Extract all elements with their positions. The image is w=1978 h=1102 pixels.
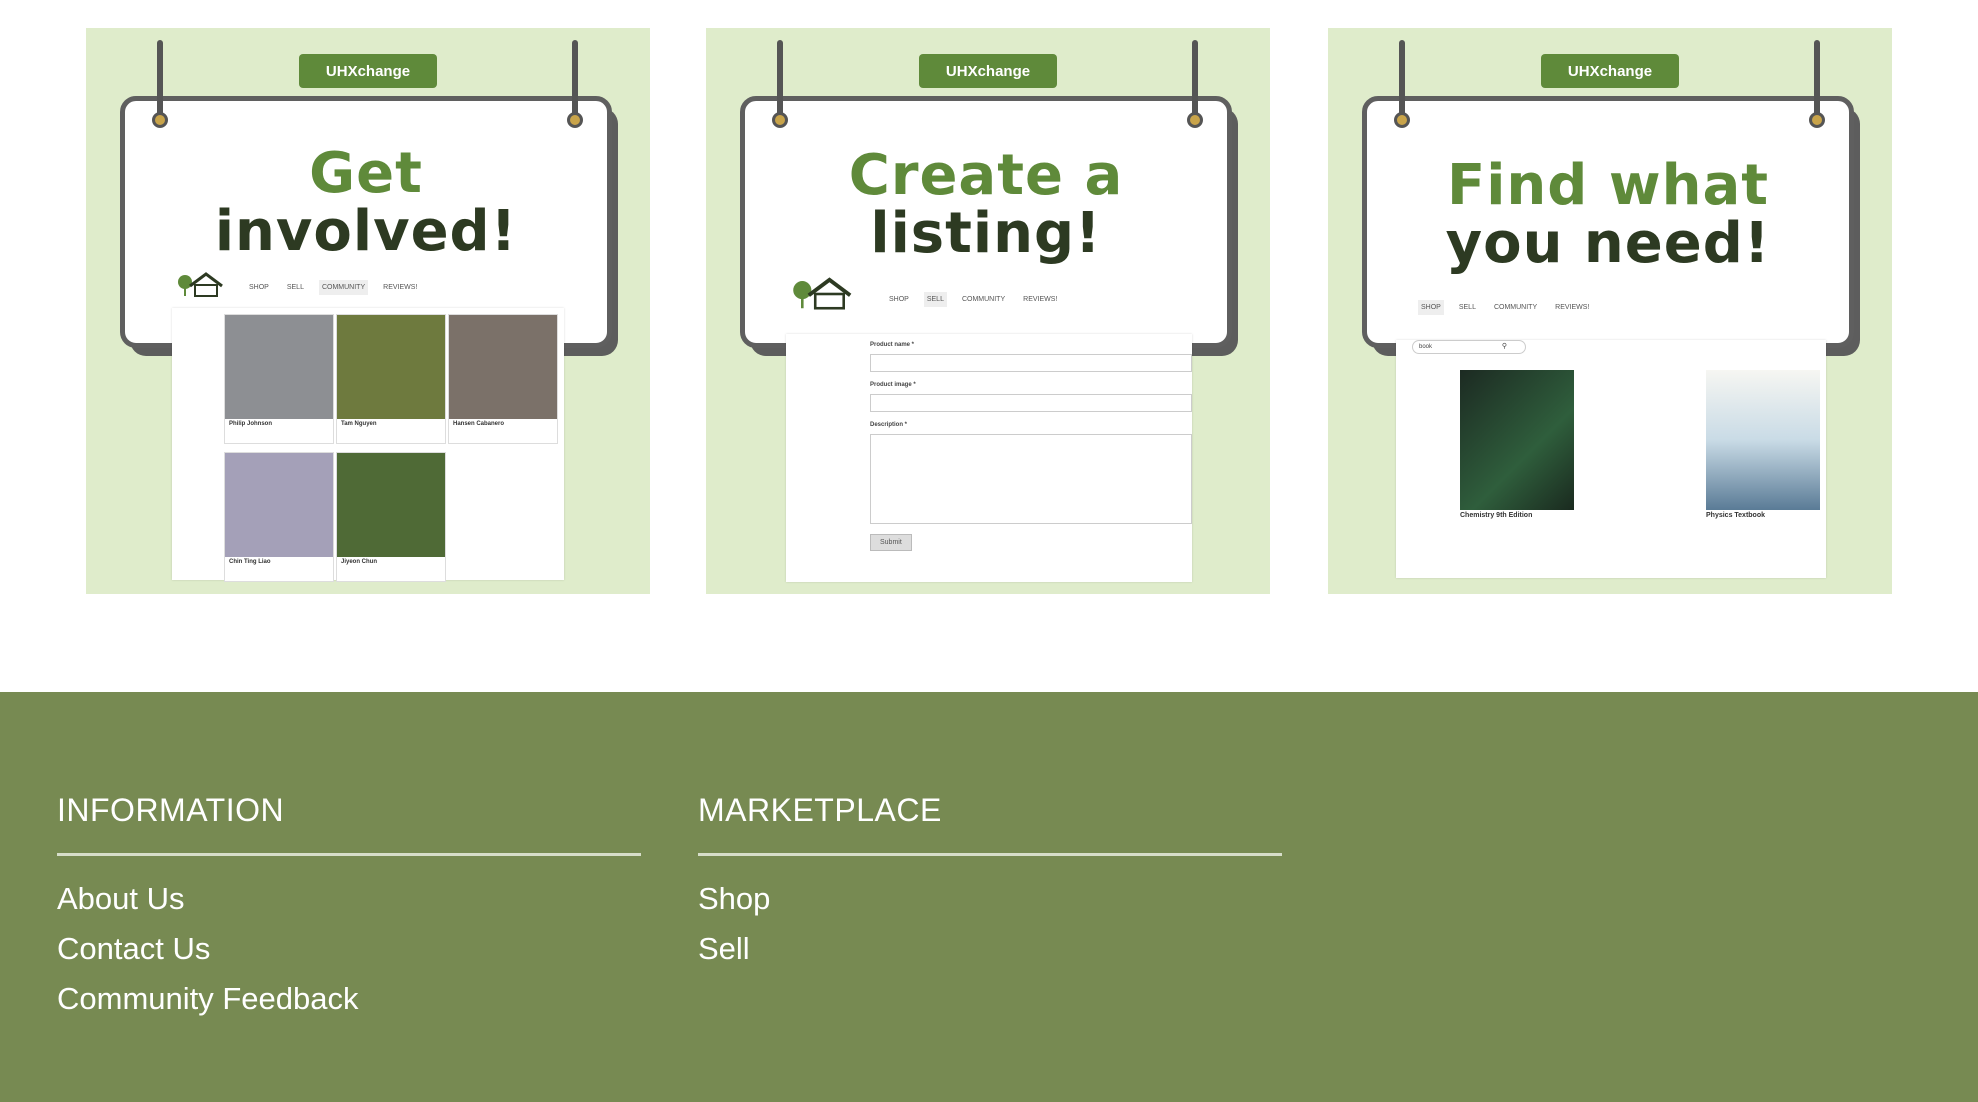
promo-cards: Get involved! UHXchange SHOP SELL COMMUN… bbox=[0, 0, 1978, 692]
brand-badge: UHXchange bbox=[299, 54, 437, 88]
avatar bbox=[337, 453, 445, 557]
footer-column-information: INFORMATION About Us Contact Us Communit… bbox=[57, 792, 641, 1024]
card-find-what-you-need: Find what you need! UHXchange SHOP SELL … bbox=[1328, 28, 1892, 594]
contact-us-link[interactable]: Contact Us bbox=[57, 931, 210, 966]
card-get-involved: Get involved! UHXchange SHOP SELL COMMUN… bbox=[86, 28, 650, 594]
card-headline: Create a listing! bbox=[848, 143, 1124, 266]
hook-icon bbox=[1394, 112, 1410, 128]
footer-heading-marketplace: MARKETPLACE bbox=[698, 792, 942, 828]
hook-icon bbox=[772, 112, 788, 128]
footer-divider bbox=[57, 853, 641, 856]
footer-links-information: About Us Contact Us Community Feedback bbox=[57, 874, 641, 1024]
footer-divider bbox=[698, 853, 1282, 856]
search-box: book ⚲ bbox=[1412, 340, 1526, 354]
footer-column-marketplace: MARKETPLACE Shop Sell bbox=[698, 792, 1282, 974]
footer-links-marketplace: Shop Sell bbox=[698, 874, 1282, 974]
mini-nav: SHOP SELL COMMUNITY REVIEWS! bbox=[1418, 300, 1592, 315]
description-field bbox=[870, 434, 1192, 524]
avatar bbox=[225, 453, 333, 557]
house-logo-icon bbox=[790, 272, 856, 321]
hook-icon bbox=[567, 112, 583, 128]
shop-screenshot: book ⚲ Chemistry 9th Edition Physics Tex… bbox=[1396, 340, 1826, 578]
hook-icon bbox=[1187, 112, 1203, 128]
member-card: Hansen Cabanero bbox=[448, 314, 558, 444]
hook-icon bbox=[1809, 112, 1825, 128]
book-title: Physics Textbook bbox=[1706, 512, 1766, 519]
hook-icon bbox=[152, 112, 168, 128]
shop-link[interactable]: Shop bbox=[698, 881, 770, 916]
avatar bbox=[449, 315, 557, 419]
listing-form-screenshot: Product name * Product image * Descripti… bbox=[786, 334, 1192, 582]
product-image-field bbox=[870, 394, 1192, 412]
mini-nav: SHOP SELL COMMUNITY REVIEWS! bbox=[246, 280, 420, 295]
avatar bbox=[337, 315, 445, 419]
community-screenshot: Philip Johnson Tam Nguyen Hansen Cabaner… bbox=[172, 308, 564, 582]
card-headline: Get involved! bbox=[214, 141, 518, 264]
card-headline: Find what you need! bbox=[1445, 153, 1771, 276]
product-name-field bbox=[870, 354, 1192, 372]
book-title: Chemistry 9th Edition bbox=[1460, 512, 1533, 519]
member-card: Philip Johnson bbox=[224, 314, 334, 444]
book-cover bbox=[1460, 370, 1574, 510]
avatar bbox=[225, 315, 333, 419]
community-feedback-link[interactable]: Community Feedback bbox=[57, 981, 359, 1016]
member-card: Jiyeon Chun bbox=[336, 452, 446, 582]
book-cover bbox=[1706, 370, 1820, 510]
card-create-listing: Create a listing! UHXchange SHOP SELL CO… bbox=[706, 28, 1270, 594]
mini-nav: SHOP SELL COMMUNITY REVIEWS! bbox=[886, 292, 1060, 307]
sell-link[interactable]: Sell bbox=[698, 931, 750, 966]
footer-heading-information: INFORMATION bbox=[57, 792, 285, 828]
about-us-link[interactable]: About Us bbox=[57, 881, 185, 916]
member-card: Chin Ting Liao bbox=[224, 452, 334, 582]
submit-button: Submit bbox=[870, 534, 912, 551]
member-card: Tam Nguyen bbox=[336, 314, 446, 444]
brand-badge: UHXchange bbox=[1541, 54, 1679, 88]
site-footer: INFORMATION About Us Contact Us Communit… bbox=[0, 692, 1978, 1102]
brand-badge: UHXchange bbox=[919, 54, 1057, 88]
house-logo-icon bbox=[176, 268, 226, 307]
search-icon: ⚲ bbox=[1501, 343, 1507, 350]
